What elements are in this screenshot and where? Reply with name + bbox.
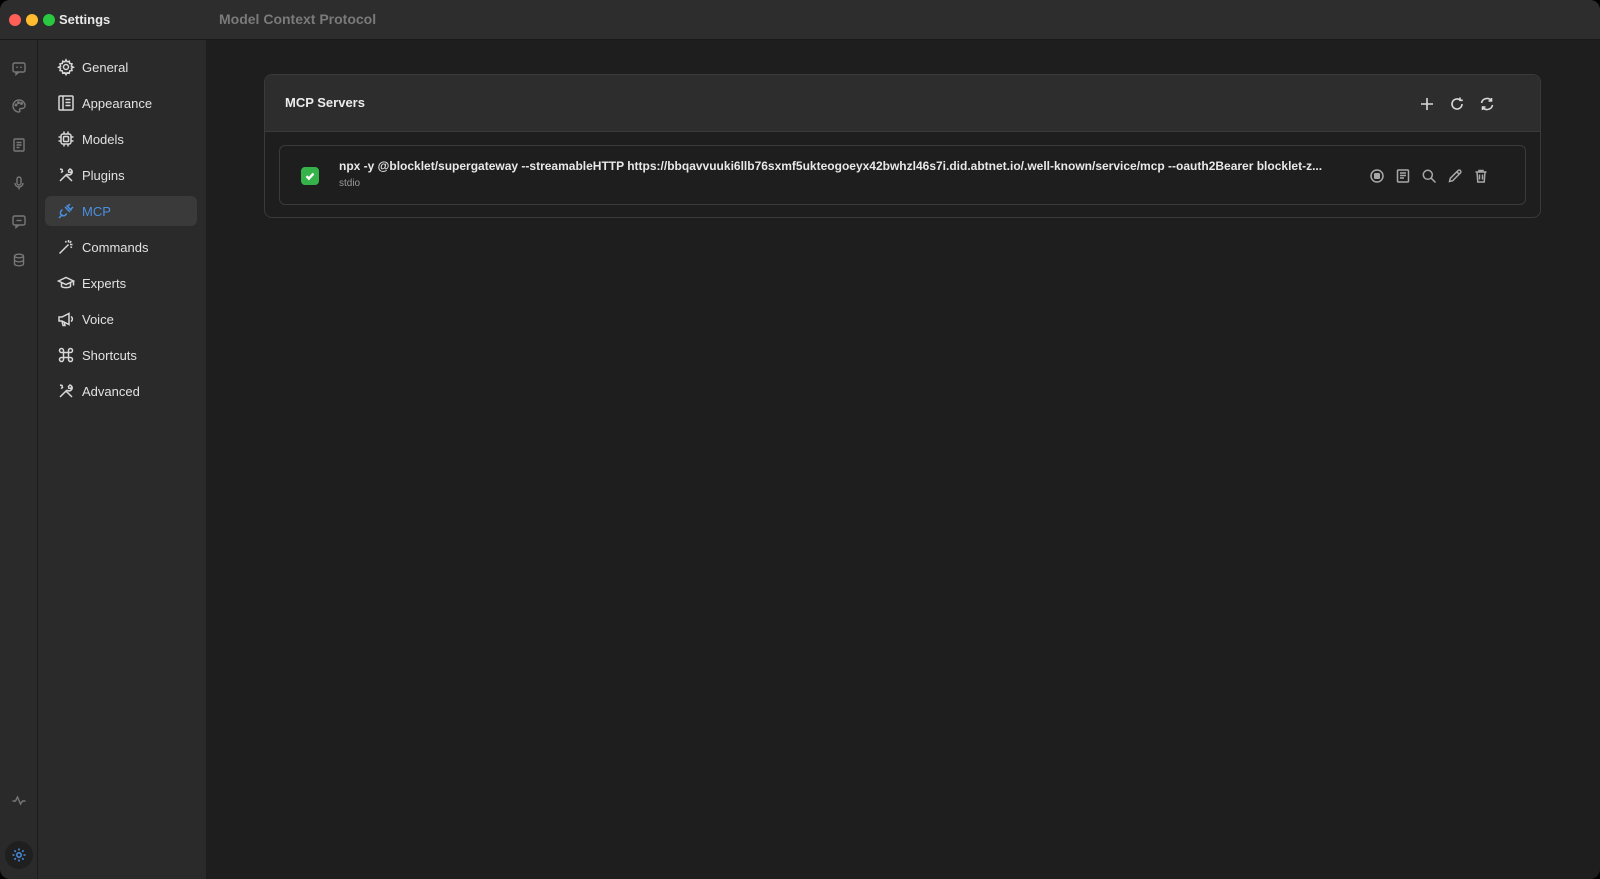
server-command: npx -y @blocklet/supergateway --streamab…	[339, 159, 1323, 173]
panel-header: MCP Servers	[265, 75, 1540, 132]
tools-icon	[57, 166, 75, 184]
plug-icon	[57, 202, 75, 220]
megaphone-icon	[57, 310, 75, 328]
sidebar-item-label: Voice	[82, 311, 114, 327]
app-rail	[0, 40, 38, 879]
sidebar-item-experts[interactable]: Experts	[45, 268, 197, 298]
sidebar-item-label: General	[82, 59, 129, 75]
server-type: stdio	[339, 178, 361, 189]
page-title: Model Context Protocol	[219, 11, 377, 27]
wand-icon	[57, 238, 75, 256]
gear-icon	[57, 58, 75, 76]
minimize-window-button[interactable]	[26, 14, 38, 26]
delete-icon[interactable]	[1470, 165, 1492, 187]
sidebar-item-advanced[interactable]: Advanced	[45, 376, 197, 406]
sidebar-item-mcp[interactable]: MCP	[45, 196, 197, 226]
chat-bubble-icon[interactable]	[9, 58, 29, 78]
mcp-server-row[interactable]: npx -y @blocklet/supergateway --streamab…	[279, 145, 1526, 205]
sidebar-item-label: Plugins	[82, 167, 125, 183]
zoom-window-button[interactable]	[43, 14, 55, 26]
inspect-icon[interactable]	[1418, 165, 1440, 187]
close-window-button[interactable]	[9, 14, 21, 26]
sidebar-item-voice[interactable]: Voice	[45, 304, 197, 334]
reload-icon[interactable]	[1446, 93, 1468, 115]
window-title: Settings	[59, 12, 111, 27]
palette-icon[interactable]	[9, 96, 29, 116]
sidebar-item-label: Experts	[82, 275, 127, 291]
settings-sidebar: General Appearance Models Plugins MCP Co…	[38, 40, 206, 879]
stop-icon[interactable]	[1366, 165, 1388, 187]
mcp-servers-panel: MCP Servers npx -y @blocklet/supergatewa…	[264, 74, 1541, 218]
server-enabled-checkbox[interactable]	[301, 167, 319, 185]
command-icon	[57, 346, 75, 364]
sidebar-item-label: Advanced	[82, 383, 140, 399]
panel-title: MCP Servers	[285, 95, 365, 110]
activity-icon[interactable]	[9, 790, 29, 810]
graduation-cap-icon	[57, 274, 75, 292]
logs-icon[interactable]	[1392, 165, 1414, 187]
sidebar-item-label: Appearance	[82, 95, 153, 111]
document-icon[interactable]	[9, 135, 29, 155]
sidebar-item-appearance[interactable]: Appearance	[45, 88, 197, 118]
message-icon[interactable]	[9, 211, 29, 231]
tools-icon	[57, 382, 75, 400]
sidebar-item-plugins[interactable]: Plugins	[45, 160, 197, 190]
database-icon[interactable]	[9, 250, 29, 270]
titlebar: Settings Model Context Protocol	[0, 0, 1600, 40]
sidebar-item-general[interactable]: General	[45, 52, 197, 82]
sidebar-item-label: MCP	[82, 203, 111, 219]
refresh-icon[interactable]	[1476, 93, 1498, 115]
add-icon[interactable]	[1416, 93, 1438, 115]
microphone-icon[interactable]	[9, 173, 29, 193]
sidebar-item-commands[interactable]: Commands	[45, 232, 197, 262]
edit-icon[interactable]	[1444, 165, 1466, 187]
main-content: MCP Servers npx -y @blocklet/supergatewa…	[206, 40, 1600, 879]
layout-icon	[57, 94, 75, 112]
sidebar-item-label: Models	[82, 131, 124, 147]
chip-icon	[57, 130, 75, 148]
sidebar-item-label: Commands	[82, 239, 149, 255]
settings-gear-icon[interactable]	[5, 841, 33, 869]
sidebar-item-models[interactable]: Models	[45, 124, 197, 154]
settings-window: Settings Model Context Protocol General …	[0, 0, 1600, 879]
sidebar-item-shortcuts[interactable]: Shortcuts	[45, 340, 197, 370]
sidebar-item-label: Shortcuts	[82, 347, 137, 363]
